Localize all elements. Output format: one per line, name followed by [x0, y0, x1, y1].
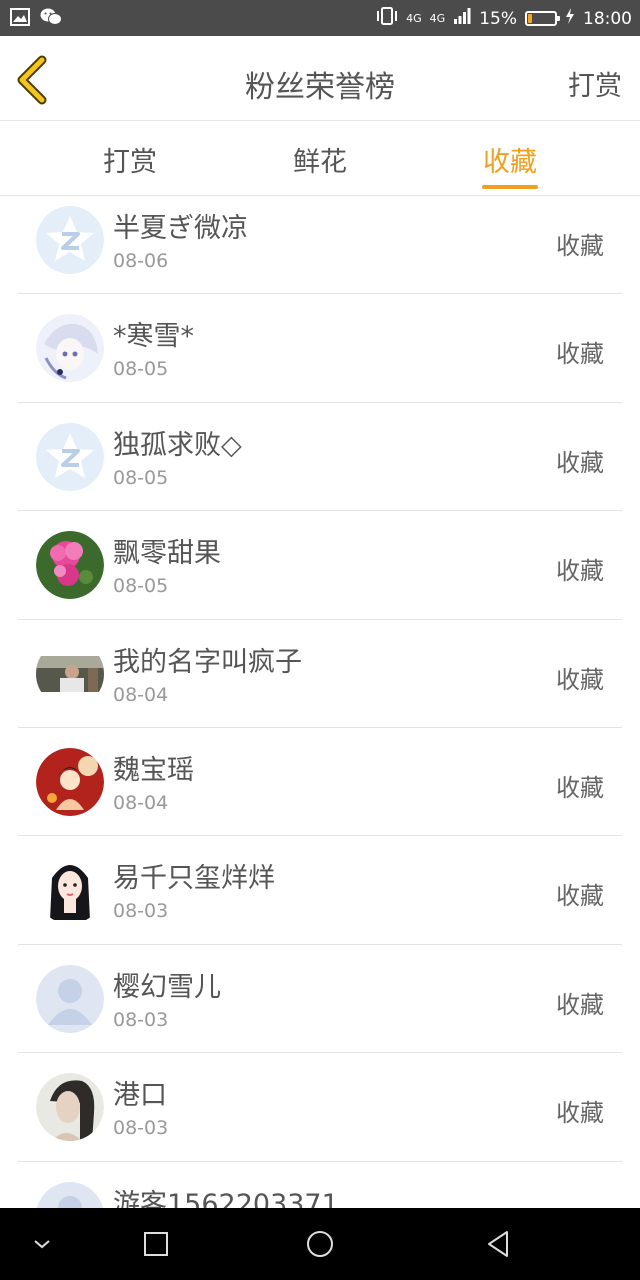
battery-percent: 15%: [479, 8, 517, 29]
list-item[interactable]: 魏宝瑶 08-04 收藏: [18, 728, 622, 837]
fan-date: 08-04: [113, 683, 169, 706]
fan-date: 08-05: [113, 575, 169, 598]
tab-active-indicator: [482, 185, 538, 189]
fan-name: *寒雪*: [113, 321, 194, 353]
list-item[interactable]: 我的名字叫疯子 08-04 收藏: [18, 620, 622, 728]
circle-home-icon: [307, 1231, 333, 1257]
fan-list[interactable]: 半夏ぎ微凉 08-06 收藏 *寒雪* 08-05 收藏 独孤求败◇ 08-05 收藏 飘零甜果 0…: [0, 197, 640, 1208]
list-item[interactable]: 樱幻雪儿 08-03 收藏: [18, 945, 622, 1054]
fan-name: 魏宝瑶: [113, 754, 194, 786]
list-item[interactable]: 游客1562203371...收藏: [18, 1162, 622, 1208]
tab-flowers[interactable]: 鲜花: [260, 140, 380, 179]
action-label: 收藏: [556, 882, 604, 911]
battery-icon: [525, 11, 560, 26]
fan-name: 飘零甜果: [113, 538, 221, 570]
fan-date: 08-03: [113, 900, 169, 923]
chevron-down-icon: [34, 1240, 50, 1249]
fan-date: 08-03: [113, 1008, 169, 1031]
hide-nav-button[interactable]: [22, 1224, 62, 1264]
fan-name: 独孤求败◇: [113, 429, 242, 461]
action-label: 收藏: [556, 773, 604, 802]
tab-label: 鲜花: [293, 147, 347, 178]
list-item[interactable]: *寒雪* 08-05 收藏: [18, 294, 622, 403]
list-item[interactable]: 独孤求败◇ 08-05 收藏: [18, 403, 622, 512]
back-nav-button[interactable]: [478, 1224, 518, 1264]
fan-name: 游客1562203371...: [113, 1188, 365, 1208]
avatar[interactable]: [36, 856, 104, 925]
avatar[interactable]: [36, 531, 104, 600]
tab-label: 打赏: [103, 147, 157, 178]
fan-name: 樱幻雪儿: [113, 971, 221, 1003]
avatar[interactable]: [36, 747, 104, 816]
avatar[interactable]: [36, 1073, 104, 1142]
system-nav-bar: [0, 1208, 640, 1280]
image-icon: [10, 8, 30, 30]
fan-date: 08-06: [113, 250, 169, 272]
status-time: 18:00: [583, 8, 632, 29]
fan-date: 08-05: [113, 466, 169, 489]
action-label: 收藏: [556, 232, 604, 260]
charging-icon: [565, 8, 575, 29]
list-item[interactable]: 易千只玺烊烊 08-03 收藏: [18, 836, 622, 945]
battery-fill: [528, 14, 532, 23]
header: 粉丝荣誉榜 打赏: [0, 36, 640, 121]
avatar[interactable]: [36, 422, 104, 491]
recent-apps-button[interactable]: [136, 1224, 176, 1264]
triangle-back-icon: [488, 1231, 508, 1257]
action-label: 收藏: [556, 448, 604, 477]
avatar[interactable]: [36, 206, 104, 274]
signal-icon: [453, 7, 471, 30]
network-label-2: 4G: [429, 12, 446, 25]
fan-date: 08-05: [113, 358, 169, 381]
vibrate-icon: [376, 6, 398, 31]
fan-name: 半夏ぎ微凉: [113, 213, 248, 244]
fan-date: 08-03: [113, 1117, 169, 1140]
tab-label: 收藏: [483, 147, 537, 178]
action-label: 收藏: [556, 665, 604, 694]
list-item[interactable]: 飘零甜果 08-05 收藏: [18, 511, 622, 620]
fan-name: 易千只玺烊烊: [113, 863, 275, 895]
list-item[interactable]: 港口 08-03 收藏: [18, 1053, 622, 1162]
status-right: 4G 4G 15% 18:00: [376, 6, 632, 31]
avatar[interactable]: [36, 1181, 104, 1208]
page-title: 粉丝荣誉榜: [245, 70, 395, 105]
fan-list-inner: 半夏ぎ微凉 08-06 收藏 *寒雪* 08-05 收藏 独孤求败◇ 08-05 收藏 飘零甜果 0…: [0, 197, 640, 1208]
home-button[interactable]: [300, 1224, 340, 1264]
fan-name: 我的名字叫疯子: [113, 646, 302, 678]
tab-bar: 打赏 鲜花 收藏: [0, 122, 640, 196]
action-label: 收藏: [556, 1099, 604, 1128]
wechat-icon: [40, 7, 62, 31]
action-label: 收藏: [556, 557, 604, 586]
avatar[interactable]: [36, 640, 104, 708]
tab-favorites[interactable]: 收藏: [450, 140, 570, 189]
fan-date: 08-04: [113, 791, 169, 814]
status-bar: 4G 4G 15% 18:00: [0, 0, 640, 36]
network-label-1: 4G: [406, 12, 422, 25]
avatar[interactable]: [36, 314, 104, 383]
reward-button[interactable]: 打赏: [568, 64, 622, 103]
square-recent-icon: [144, 1232, 168, 1256]
tab-reward[interactable]: 打赏: [70, 140, 190, 179]
fan-name: 港口: [113, 1080, 167, 1112]
action-label: 收藏: [556, 990, 604, 1019]
avatar[interactable]: [36, 964, 104, 1033]
list-item[interactable]: 半夏ぎ微凉 08-06 收藏: [18, 197, 622, 295]
action-label: 收藏: [556, 340, 604, 369]
status-left: [10, 7, 62, 31]
